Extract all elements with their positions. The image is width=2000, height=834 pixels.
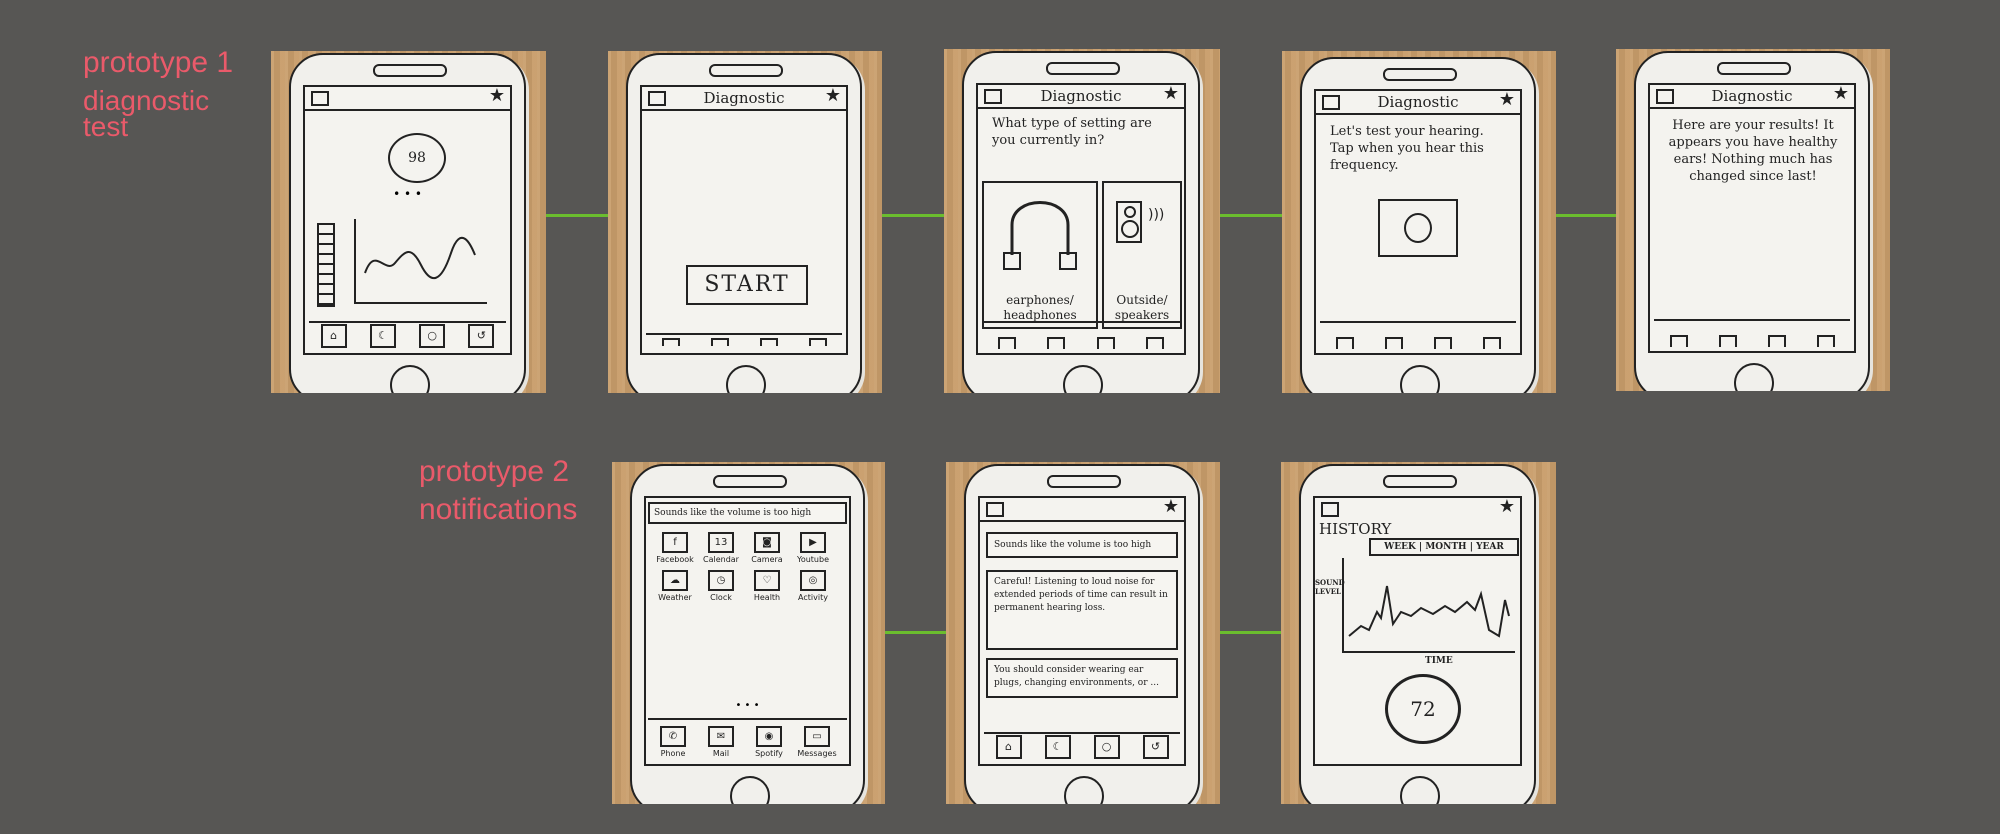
star-icon: ★ — [1498, 496, 1515, 517]
period-tabs: WEEK | MONTH | YEAR — [1369, 538, 1519, 556]
star-icon: ★ — [488, 85, 505, 106]
mail-icon: ✉ — [708, 726, 734, 747]
activity-icon: ◎ — [800, 570, 826, 591]
clock-icon: ◷ — [708, 570, 734, 591]
app-health: ♡ Health — [744, 570, 790, 602]
history-icon: ↺ — [1142, 735, 1169, 759]
history-icon: ↺ — [468, 324, 495, 348]
app-facebook: f Facebook — [652, 532, 698, 564]
messages-icon: ▭ — [804, 726, 830, 747]
flow-connector — [546, 214, 608, 217]
replay-icon — [1404, 213, 1432, 243]
sketch-hearing-test: Diagnostic ★ Let's test your hearing. Tap… — [1282, 51, 1556, 393]
results-text: Here are your results! It appears you ha… — [1668, 118, 1838, 184]
start-button: START — [686, 265, 808, 305]
score-circle: 98 — [388, 133, 446, 183]
test-instruction: Let's test your hearing. Tap when you he… — [1330, 124, 1484, 173]
app-camera: ◙ Camera — [744, 532, 790, 564]
prototype-1-title: prototype 1 — [83, 46, 234, 79]
notice-hearing-loss: Careful! Listening to loud noise for ext… — [986, 570, 1178, 650]
star-icon: ★ — [1162, 496, 1179, 517]
option-speakers-card: ))) Outside/ speakers — [1102, 181, 1182, 329]
volume-notification-banner: Sounds like the volume is too high — [648, 502, 847, 524]
dock-spotify: ◉ Spotify — [746, 726, 792, 758]
app-youtube: ▶ Youtube — [790, 532, 836, 564]
flow-connector — [1220, 631, 1281, 634]
screen-title: Diagnostic — [703, 89, 785, 107]
star-icon: ★ — [1832, 83, 1849, 104]
screen-title: Diagnostic — [1711, 87, 1793, 105]
sketch-history: ★ HISTORY WEEK | MONTH | YEAR SOUND LEVE… — [1281, 462, 1556, 804]
flow-connector — [882, 214, 944, 217]
star-icon: ★ — [1498, 89, 1515, 110]
star-icon: ★ — [824, 85, 841, 106]
option-speakers-label: Outside/ speakers — [1114, 293, 1170, 322]
headphones-icon — [1003, 201, 1077, 270]
sketch-dashboard: ★ 98 • • • ⌂ ☾ ○ ↺ — [271, 51, 546, 393]
settings-icon: ☾ — [369, 324, 396, 348]
app-activity: ◎ Activity — [790, 570, 836, 602]
option-earphones-label: earphones/ headphones — [1003, 293, 1077, 322]
dock-mail: ✉ Mail — [698, 726, 744, 758]
app-calendar: 13 Calendar — [698, 532, 744, 564]
sound-history-graph — [1342, 558, 1515, 653]
sound-level-axis-label: SOUND LEVEL — [1315, 578, 1345, 596]
notice-suggestions: You should consider wearing ear plugs, c… — [986, 658, 1178, 698]
youtube-icon: ▶ — [800, 532, 826, 553]
prototype-2-subtitle: notifications — [419, 493, 578, 526]
level-meter — [317, 223, 335, 307]
sketch-notification-home: Sounds like the volume is too high f Face… — [612, 462, 885, 804]
prototype-2-label: prototype 2 notifications — [419, 456, 577, 526]
wave-graph-icon — [354, 219, 487, 304]
notice-volume-high: Sounds like the volume is too high — [986, 532, 1178, 558]
current-level-circle: 72 — [1385, 674, 1461, 744]
more-dots: • • • — [393, 187, 422, 201]
prototype-1-label: prototype 1 diagnostic test — [83, 47, 233, 143]
settings-icon: ☾ — [1044, 735, 1071, 759]
app-clock: ◷ Clock — [698, 570, 744, 602]
chat-icon: ○ — [1093, 735, 1120, 759]
screen-title: Diagnostic — [1377, 93, 1459, 111]
home-icon: ⌂ — [320, 324, 347, 348]
dock-phone: ✆ Phone — [650, 726, 696, 758]
tap-button — [1378, 199, 1458, 257]
history-heading: HISTORY — [1319, 520, 1392, 538]
weather-icon: ☁ — [662, 570, 688, 591]
star-icon: ★ — [1162, 83, 1179, 104]
home-icon: ⌂ — [995, 735, 1022, 759]
sketch-diagnostic-start: Diagnostic ★ START — [608, 51, 882, 393]
calendar-icon: 13 — [708, 532, 734, 553]
flow-connector — [885, 631, 946, 634]
page-dots: • • • — [735, 700, 760, 711]
dock-messages: ▭ Messages — [794, 726, 840, 758]
sketch-results: Diagnostic ★ Here are your results! It ap… — [1616, 49, 1890, 391]
chat-icon: ○ — [419, 324, 446, 348]
screen-title: Diagnostic — [1040, 87, 1122, 105]
flow-connector — [1220, 214, 1282, 217]
time-axis-label: TIME — [1425, 656, 1453, 666]
phone-icon: ✆ — [660, 726, 686, 747]
facebook-icon: f — [662, 532, 688, 553]
heart-icon: ♡ — [754, 570, 780, 591]
camera-icon: ◙ — [754, 532, 780, 553]
setting-question: What type of setting are you currently i… — [992, 116, 1152, 148]
sketch-notification-details: ★ Sounds like the volume is too high Car… — [946, 462, 1220, 804]
sketch-setting-choice: Diagnostic ★ What type of setting are you… — [944, 49, 1220, 393]
prototype-2-title: prototype 2 — [419, 455, 570, 488]
spotify-icon: ◉ — [756, 726, 782, 747]
flow-connector — [1556, 214, 1616, 217]
option-earphones-card: earphones/ headphones — [982, 181, 1098, 329]
app-weather: ☁ Weather — [652, 570, 698, 602]
speaker-icon — [1116, 201, 1142, 243]
sound-waves-icon: ))) — [1148, 207, 1165, 223]
